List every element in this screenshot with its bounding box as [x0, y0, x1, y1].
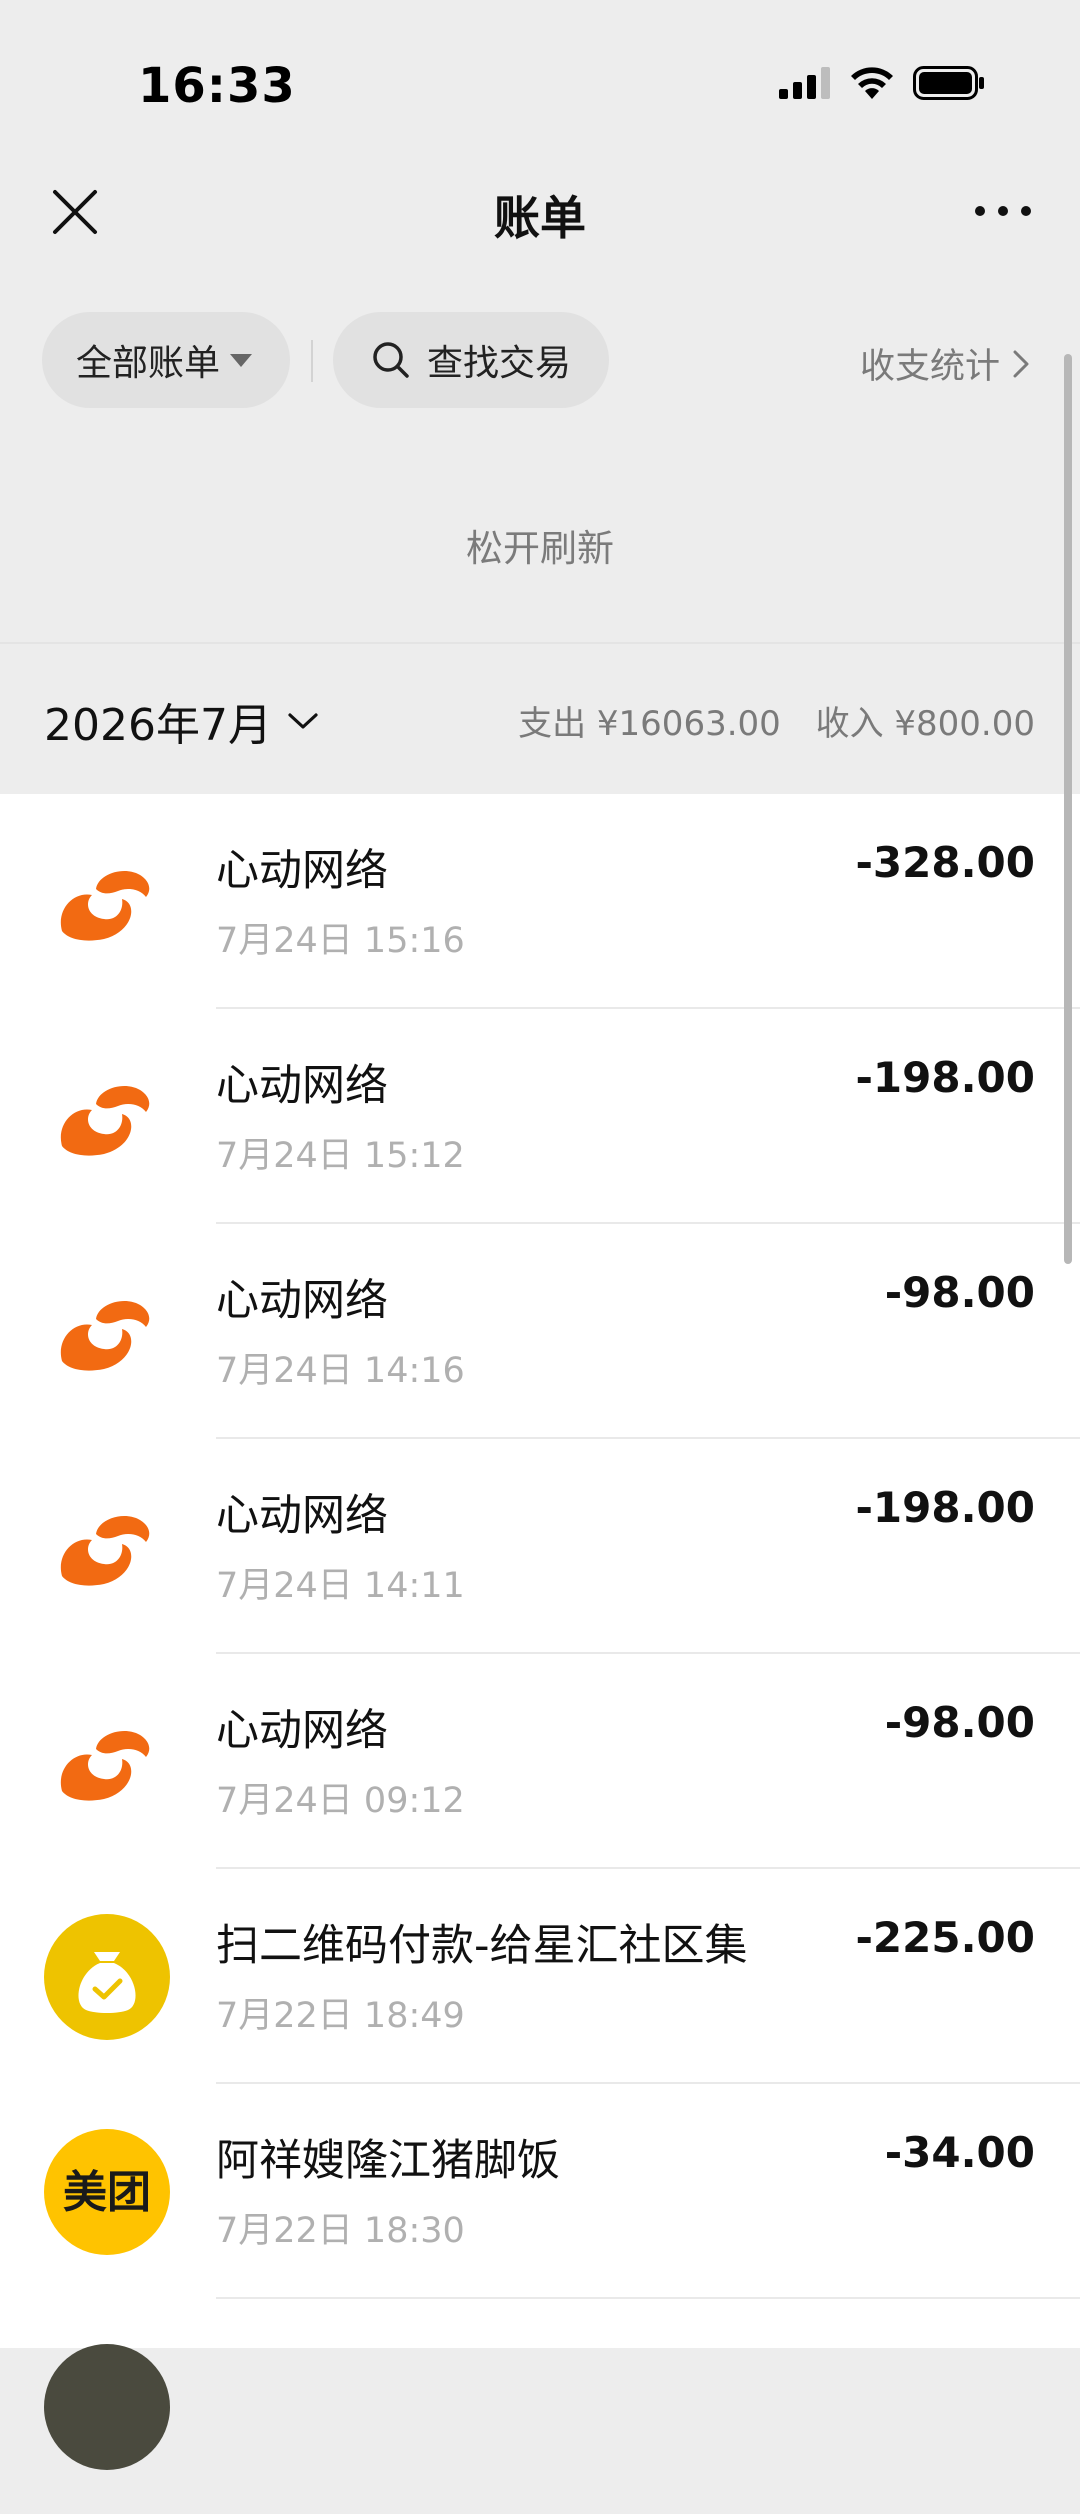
nav-bar: 账单 — [0, 160, 1080, 260]
scrollbar[interactable] — [1064, 354, 1072, 1264]
transaction-time: 7月22日 18:49 — [216, 1996, 465, 2036]
xd-logo-icon — [60, 1730, 150, 1801]
merchant-name: 扫二维码付款-给星汇社区集 — [216, 1921, 748, 1971]
xd-logo-icon — [60, 1300, 150, 1371]
xd-logo-icon — [60, 870, 150, 941]
chevron-right-icon — [1013, 350, 1029, 377]
status-time: 16:33 — [138, 58, 296, 114]
transaction-amount: -98.00 — [884, 1698, 1035, 1747]
release-to-refresh-hint: 松开刷新 — [466, 527, 614, 570]
merchant-name: 心动网络 — [216, 1706, 388, 1756]
caret-down-icon — [230, 353, 253, 367]
search-icon — [373, 342, 409, 378]
month-label: 2026年7月 — [44, 700, 272, 751]
filter-divider — [311, 340, 313, 382]
transaction-row[interactable]: 心动网络 7月24日 14:11 -198.00 — [0, 1439, 1080, 1654]
search-transactions-button[interactable]: 查找交易 — [333, 312, 609, 408]
battery-icon — [913, 66, 984, 100]
wifi-icon — [851, 67, 893, 99]
all-bills-label: 全部账单 — [76, 343, 221, 384]
transaction-amount: -328.00 — [855, 838, 1035, 887]
transaction-row[interactable]: 扫二维码付款-给星汇社区集 7月22日 18:49 -225.00 — [0, 1869, 1080, 2084]
page-title: 账单 — [494, 191, 586, 245]
avatar — [44, 2344, 170, 2470]
signal-icon — [779, 67, 830, 99]
transaction-row[interactable] — [0, 2299, 1080, 2514]
month-header: 2026年7月 支出 ¥16063.00 收入 ¥800.00 — [0, 644, 1080, 794]
transaction-amount: -34.00 — [884, 2128, 1035, 2177]
month-expense: 支出 ¥16063.00 — [518, 704, 781, 744]
income-expense-stats-link[interactable]: 收支统计 — [860, 338, 1032, 389]
transaction-time: 7月24日 15:12 — [216, 1136, 465, 1176]
stats-label: 收支统计 — [859, 347, 1000, 387]
meituan-logo-icon: 美团 — [44, 2129, 170, 2255]
month-selector[interactable]: 2026年7月 — [44, 689, 320, 753]
merchant-name: 心动网络 — [216, 1276, 388, 1326]
all-bills-dropdown[interactable]: 全部账单 — [42, 312, 290, 408]
xd-logo-icon — [60, 1515, 150, 1586]
transaction-amount: -225.00 — [855, 1913, 1035, 1962]
merchant-name: 心动网络 — [216, 1491, 388, 1541]
transaction-time: 7月22日 18:30 — [216, 2211, 465, 2251]
transaction-row[interactable]: 心动网络 7月24日 09:12 -98.00 — [0, 1654, 1080, 1869]
svg-text:美团: 美团 — [63, 2167, 151, 2218]
transaction-amount: -98.00 — [884, 1268, 1035, 1317]
merchant-name: 心动网络 — [216, 1061, 388, 1111]
transaction-row[interactable]: 美团 阿祥嫂隆江猪脚饭 7月22日 18:30 -34.00 — [0, 2084, 1080, 2299]
status-icons — [779, 66, 985, 100]
merchant-name: 心动网络 — [216, 846, 388, 896]
transaction-time: 7月24日 14:11 — [216, 1566, 465, 1606]
transaction-row[interactable]: 心动网络 7月24日 14:16 -98.00 — [0, 1224, 1080, 1439]
merchant-name: 阿祥嫂隆江猪脚饭 — [216, 2136, 560, 2186]
transaction-list: 心动网络 7月24日 15:16 -328.00 心动网络 7月24日 15:1… — [0, 794, 1080, 2470]
transaction-amount: -198.00 — [855, 1483, 1035, 1532]
more-icon[interactable] — [968, 186, 1038, 236]
filter-bar: 全部账单 查找交易 收支统计 — [0, 312, 1080, 412]
transaction-amount: -198.00 — [855, 1053, 1035, 1102]
transaction-row[interactable]: 心动网络 7月24日 15:12 -198.00 — [0, 1009, 1080, 1224]
transaction-time: 7月24日 15:16 — [216, 921, 465, 961]
xd-logo-icon — [60, 1085, 150, 1156]
transaction-time: 7月24日 14:16 — [216, 1351, 465, 1391]
status-bar: 16:33 — [0, 0, 1080, 150]
month-income: 收入 ¥800.00 — [815, 704, 1035, 744]
month-summary: 支出 ¥16063.00 收入 ¥800.00 — [518, 696, 1035, 745]
transaction-row[interactable]: 心动网络 7月24日 15:16 -328.00 — [0, 794, 1080, 1009]
money-bag-icon — [44, 1914, 170, 2040]
transaction-time: 7月24日 09:12 — [216, 1781, 465, 1821]
search-label: 查找交易 — [427, 343, 572, 384]
chevron-down-icon — [288, 713, 318, 729]
